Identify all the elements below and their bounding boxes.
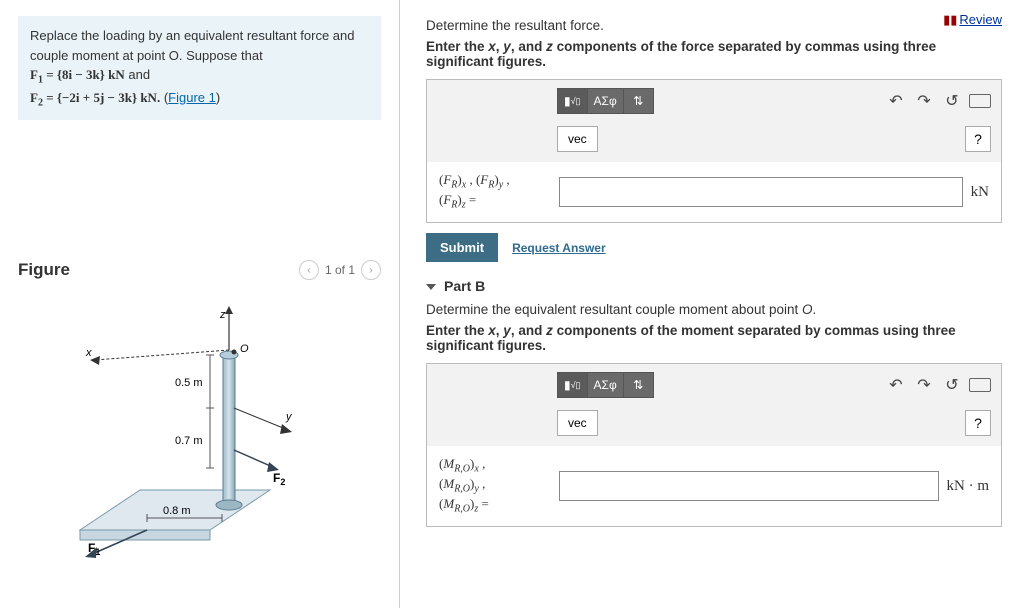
paren-close: ) (216, 90, 220, 105)
partb-toolbar: ▮√▯ ΑΣφ ⇅ ↶ ↷ ↺ (427, 364, 1001, 406)
parta-answer-input[interactable] (559, 177, 963, 207)
partb-line2: Enter the x, y, and z components of the … (426, 323, 1002, 353)
help-button[interactable]: ? (965, 126, 991, 152)
help-button-b[interactable]: ? (965, 410, 991, 436)
parta-line2: Enter the x, y, and z components of the … (426, 39, 1002, 69)
partb-header[interactable]: Part B (426, 278, 1002, 294)
reset-icon-b[interactable]: ↺ (941, 374, 963, 396)
templates-button-b[interactable]: ▮√▯ (557, 372, 588, 398)
redo-icon[interactable]: ↷ (913, 90, 935, 112)
pager-label: 1 of 1 (325, 263, 355, 277)
f1-eq: F1 = {8i − 3k} kN (30, 67, 125, 82)
parta-toolbar: ▮√▯ ΑΣφ ⇅ ↶ ↷ ↺ (427, 80, 1001, 122)
svg-text:z: z (219, 309, 226, 321)
svg-text:F2: F2 (273, 471, 285, 487)
parta-unit: kN (971, 184, 989, 201)
svg-text:x: x (85, 347, 92, 359)
figure-link[interactable]: Figure 1 (168, 90, 216, 105)
svg-text:O: O (240, 343, 249, 355)
redo-icon-b[interactable]: ↷ (913, 374, 935, 396)
partb-answer-panel: ▮√▯ ΑΣφ ⇅ ↶ ↷ ↺ vec ? (MR,O)x ,(MR,O)y ,… (426, 363, 1002, 527)
greek-button-b[interactable]: ΑΣφ (588, 372, 624, 398)
undo-icon[interactable]: ↶ (885, 90, 907, 112)
f1-and: and (128, 67, 150, 82)
partb-line1: Determine the equivalent resultant coupl… (426, 302, 1002, 317)
parta-line1: Determine the resultant force. (426, 18, 1002, 33)
pager-prev-button[interactable]: ‹ (299, 260, 319, 280)
keyboard-icon-b[interactable] (969, 374, 991, 396)
f2-eq: F2 = {−2i + 5j − 3k} kN. (30, 90, 160, 105)
templates-button[interactable]: ▮√▯ (557, 88, 588, 114)
vec-button-b[interactable]: vec (557, 410, 598, 436)
dim-mid-label: 0.7 m (175, 435, 203, 447)
request-answer-link[interactable]: Request Answer (512, 241, 606, 255)
updown-button[interactable]: ⇅ (624, 88, 654, 114)
problem-intro: Replace the loading by an equivalent res… (30, 28, 355, 63)
right-panel: ▮▮Review Determine the resultant force. … (400, 0, 1024, 608)
partb-eq-label: (MR,O)x ,(MR,O)y ,(MR,O)z = (439, 456, 551, 516)
figure-image: z O x y F2 F1 0.5 (18, 300, 381, 560)
partb-header-label: Part B (444, 278, 485, 294)
pager-next-button[interactable]: › (361, 260, 381, 280)
greek-button[interactable]: ΑΣφ (588, 88, 624, 114)
undo-icon-b[interactable]: ↶ (885, 374, 907, 396)
submit-button[interactable]: Submit (426, 233, 498, 262)
figure-title: Figure (18, 260, 70, 280)
svg-text:F1: F1 (88, 541, 100, 557)
review-link[interactable]: ▮▮Review (943, 12, 1002, 28)
flag-icon: ▮▮ (943, 12, 957, 27)
figure-pager: ‹ 1 of 1 › (299, 260, 381, 280)
caret-down-icon (426, 284, 436, 290)
vec-button[interactable]: vec (557, 126, 598, 152)
partb-unit: kN · m (947, 478, 990, 495)
partb-answer-input[interactable] (559, 471, 939, 501)
problem-statement: Replace the loading by an equivalent res… (18, 16, 381, 120)
dim-top-label: 0.5 m (175, 377, 203, 389)
keyboard-icon[interactable] (969, 90, 991, 112)
updown-button-b[interactable]: ⇅ (624, 372, 654, 398)
parta-answer-panel: ▮√▯ ΑΣφ ⇅ ↶ ↷ ↺ vec ? (FR)x , (FR)y ,(FR… (426, 79, 1002, 223)
svg-text:y: y (285, 411, 293, 423)
review-label: Review (959, 12, 1002, 27)
dim-bot-label: 0.8 m (163, 505, 191, 517)
left-panel: Replace the loading by an equivalent res… (0, 0, 400, 608)
reset-icon[interactable]: ↺ (941, 90, 963, 112)
parta-eq-label: (FR)x , (FR)y ,(FR)z = (439, 172, 551, 212)
